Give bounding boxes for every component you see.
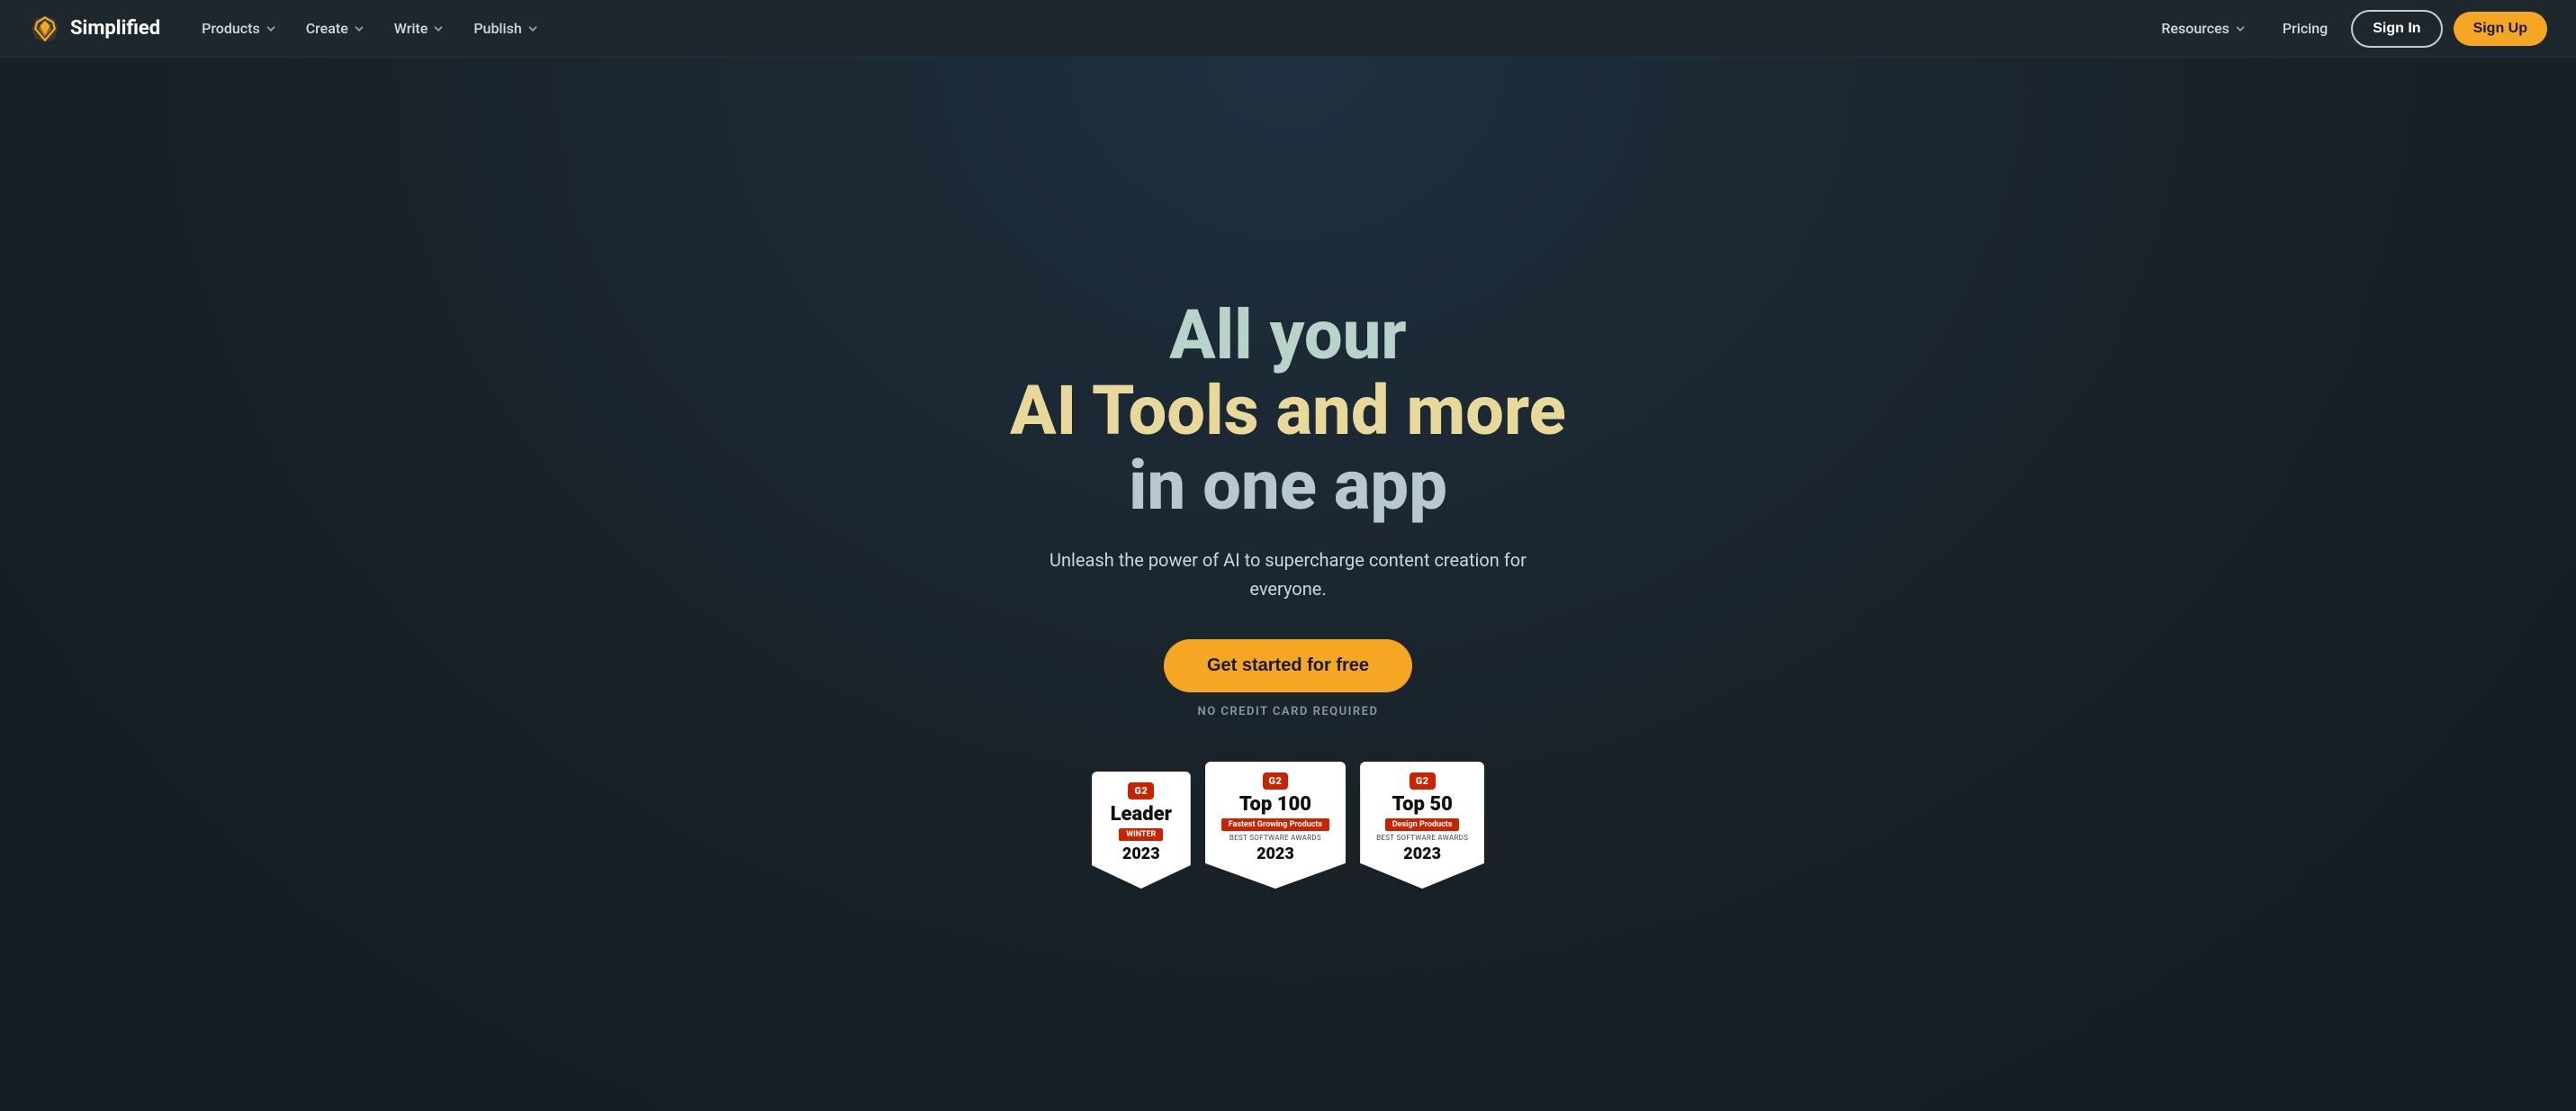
nav-item-create[interactable]: Create — [293, 13, 378, 44]
no-credit-label: NO CREDIT CARD REQUIRED — [1198, 705, 1379, 718]
nav-item-publish[interactable]: Publish — [461, 13, 551, 44]
navbar: Simplified Products Create Write — [0, 0, 2576, 58]
chevron-down-icon — [2234, 23, 2247, 35]
logo-icon — [29, 13, 61, 45]
chevron-down-icon — [527, 23, 539, 35]
badge-top50-shape: G2 Top 50 Design Products BEST SOFTWARE … — [1360, 762, 1484, 889]
badge-g2-label-2: G2 — [1263, 772, 1289, 790]
badge-year-3: 2023 — [1403, 845, 1441, 863]
nav-item-products[interactable]: Products — [189, 13, 290, 44]
logo-link[interactable]: Simplified — [29, 13, 160, 45]
badge-main-label-leader: Leader — [1111, 805, 1172, 825]
hero-subtitle: Unleash the power of AI to supercharge c… — [1018, 546, 1558, 603]
badge-g2-label: G2 — [1128, 782, 1154, 799]
nav-item-write[interactable]: Write — [382, 13, 458, 44]
badge-main-label-top100: Top 100 — [1239, 795, 1311, 815]
nav-left: Simplified Products Create Write — [29, 13, 552, 45]
badge-g2-label-3: G2 — [1410, 772, 1436, 790]
chevron-down-icon — [353, 23, 365, 35]
badge-top100-shape: G2 Top 100 Fastest Growing Products BEST… — [1205, 762, 1346, 889]
chevron-down-icon — [265, 23, 277, 35]
badge-sub-label-winter: WINTER — [1119, 828, 1163, 841]
nav-right: Resources Pricing Sign In Sign Up — [2148, 10, 2547, 48]
badge-sub-label-fastest: Fastest Growing Products — [1221, 818, 1329, 831]
badge-year-2: 2023 — [1256, 845, 1294, 863]
nav-menu: Products Create Write Publish — [189, 13, 552, 44]
badge-detail-3: BEST SOFTWARE AWARDS — [1376, 833, 1468, 843]
hero-title: All your AI Tools and more in one app — [1010, 298, 1566, 524]
nav-item-pricing[interactable]: Pricing — [2270, 13, 2340, 44]
badge-sub-label-design: Design Products — [1385, 818, 1460, 831]
badge-year-1: 2023 — [1122, 845, 1160, 863]
chevron-down-icon — [432, 23, 445, 35]
signup-button[interactable]: Sign Up — [2454, 12, 2547, 46]
badge-main-label-top50: Top 50 — [1392, 795, 1452, 815]
badge-top100: G2 Top 100 Fastest Growing Products BEST… — [1205, 762, 1346, 889]
cta-button[interactable]: Get started for free — [1164, 639, 1412, 692]
badge-top50: G2 Top 50 Design Products BEST SOFTWARE … — [1360, 762, 1484, 889]
brand-name: Simplified — [70, 17, 160, 40]
badge-leader-shape: G2 Leader WINTER 2023 — [1092, 772, 1191, 889]
nav-item-resources[interactable]: Resources — [2148, 13, 2259, 44]
badge-leader: G2 Leader WINTER 2023 — [1092, 772, 1191, 889]
signin-button[interactable]: Sign In — [2351, 10, 2442, 48]
badge-detail-2: BEST SOFTWARE AWARDS — [1229, 833, 1321, 843]
hero-section: All your AI Tools and more in one app Un… — [0, 58, 2576, 1111]
awards-badges-row: G2 Leader WINTER 2023 G2 Top 100 Fastest… — [1092, 762, 1484, 889]
